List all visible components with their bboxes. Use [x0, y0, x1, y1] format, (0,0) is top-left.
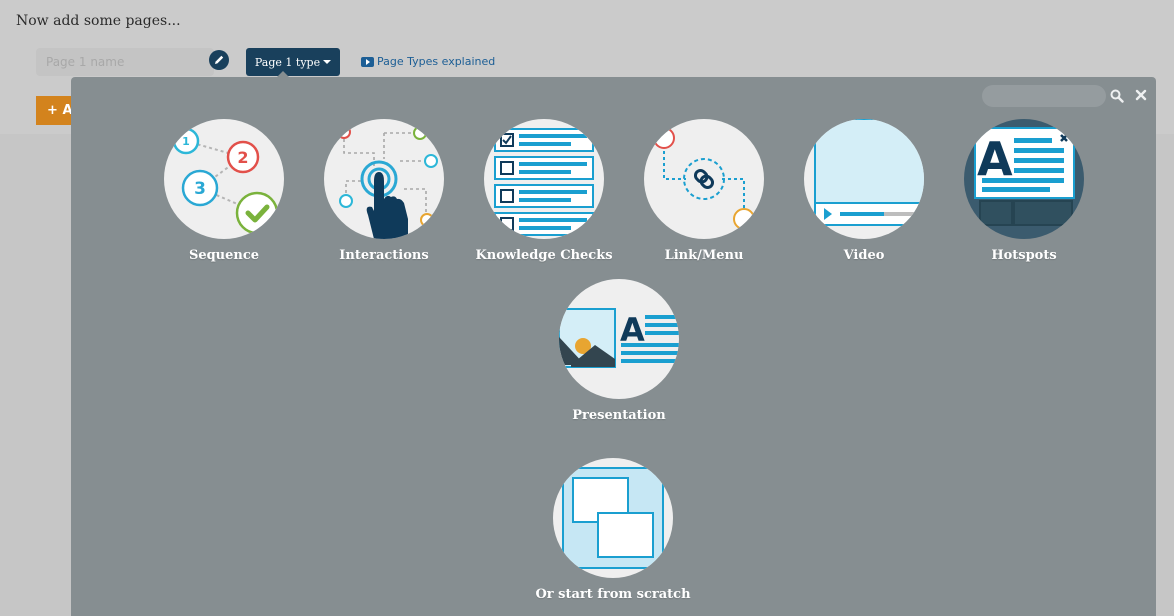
- video-play-icon: [361, 56, 374, 67]
- page-type-label: Page 1 type: [254, 55, 321, 69]
- link-menu-icon: [653, 127, 755, 230]
- sequence-icon: 1 2 3: [172, 127, 279, 235]
- page-types-explained-label: Page Types explained: [377, 55, 496, 68]
- tile-presentation[interactable]: A Presentation: [539, 279, 699, 423]
- page-name-input[interactable]: [36, 48, 214, 76]
- tile-label: Video: [843, 248, 885, 263]
- tile-label: Knowledge Checks: [475, 248, 613, 263]
- tile-link-menu[interactable]: Link/Menu: [624, 119, 784, 263]
- search-icon[interactable]: [1110, 89, 1124, 103]
- tile-label: Interactions: [339, 248, 429, 263]
- svg-text:1: 1: [182, 135, 190, 148]
- tile-label: Hotspots: [991, 248, 1057, 263]
- tile-label: Sequence: [188, 248, 260, 263]
- scratch-icon: [559, 464, 667, 569]
- page-type-dropdown[interactable]: Page 1 type: [246, 48, 340, 76]
- presentation-icon: A: [559, 308, 679, 368]
- video-icon: [814, 119, 924, 226]
- page-type-panel: 1 2 3 Sequence Interactions Knowledge Ch…: [71, 77, 1156, 616]
- tile-label: Presentation: [572, 408, 666, 423]
- plus-icon: +: [47, 103, 58, 118]
- interactions-icon: [337, 125, 438, 239]
- search-input[interactable]: [982, 85, 1106, 107]
- caret-down-icon: [323, 60, 332, 64]
- tile-sequence[interactable]: 1 2 3 Sequence: [144, 119, 304, 263]
- tile-label: Link/Menu: [664, 248, 744, 263]
- tile-video[interactable]: Video: [784, 119, 944, 263]
- hotspots-icon: A: [974, 127, 1075, 226]
- knowledge-checks-icon: [494, 128, 594, 236]
- edit-name-button[interactable]: [209, 50, 229, 70]
- tile-knowledge-checks[interactable]: Knowledge Checks: [464, 119, 624, 263]
- pencil-icon: [215, 55, 224, 64]
- svg-text:2: 2: [237, 148, 248, 167]
- close-icon[interactable]: [1134, 88, 1148, 102]
- page-types-explained-link[interactable]: Page Types explained: [361, 55, 495, 68]
- tile-interactions[interactable]: Interactions: [304, 119, 464, 263]
- tile-hotspots[interactable]: A Hotspots: [944, 119, 1104, 263]
- svg-text:3: 3: [194, 179, 206, 199]
- svg-text:A: A: [977, 132, 1013, 186]
- tile-label: Or start from scratch: [535, 587, 691, 602]
- page-title: Now add some pages...: [16, 13, 181, 29]
- tile-scratch[interactable]: Or start from scratch: [533, 458, 693, 602]
